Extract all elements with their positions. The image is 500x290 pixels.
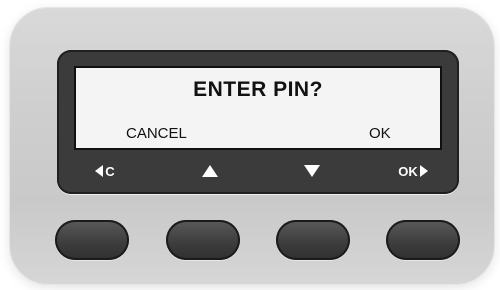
softkey-ok-label: OK <box>398 163 418 179</box>
softkey-up[interactable] <box>185 156 235 186</box>
softkey-down[interactable] <box>287 156 337 186</box>
pin-prompt: ENTER PIN? <box>193 78 323 101</box>
softkey-ok[interactable]: OK <box>383 156 443 186</box>
softkey-cancel[interactable]: C <box>80 156 130 186</box>
lcd-screen: ENTER PIN? CANCEL OK <box>74 66 442 150</box>
softkey-c-label: C <box>105 163 115 179</box>
hardware-button-3[interactable] <box>276 220 350 260</box>
ok-option-label: OK <box>369 125 391 142</box>
arrow-right-icon <box>419 165 428 177</box>
arrow-down-icon <box>304 165 320 177</box>
arrow-left-icon <box>95 165 104 177</box>
arrow-up-icon <box>202 165 218 177</box>
hardware-button-4[interactable] <box>386 220 460 260</box>
hardware-button-1[interactable] <box>55 220 129 260</box>
hardware-button-2[interactable] <box>166 220 240 260</box>
cancel-option-label: CANCEL <box>126 125 187 142</box>
